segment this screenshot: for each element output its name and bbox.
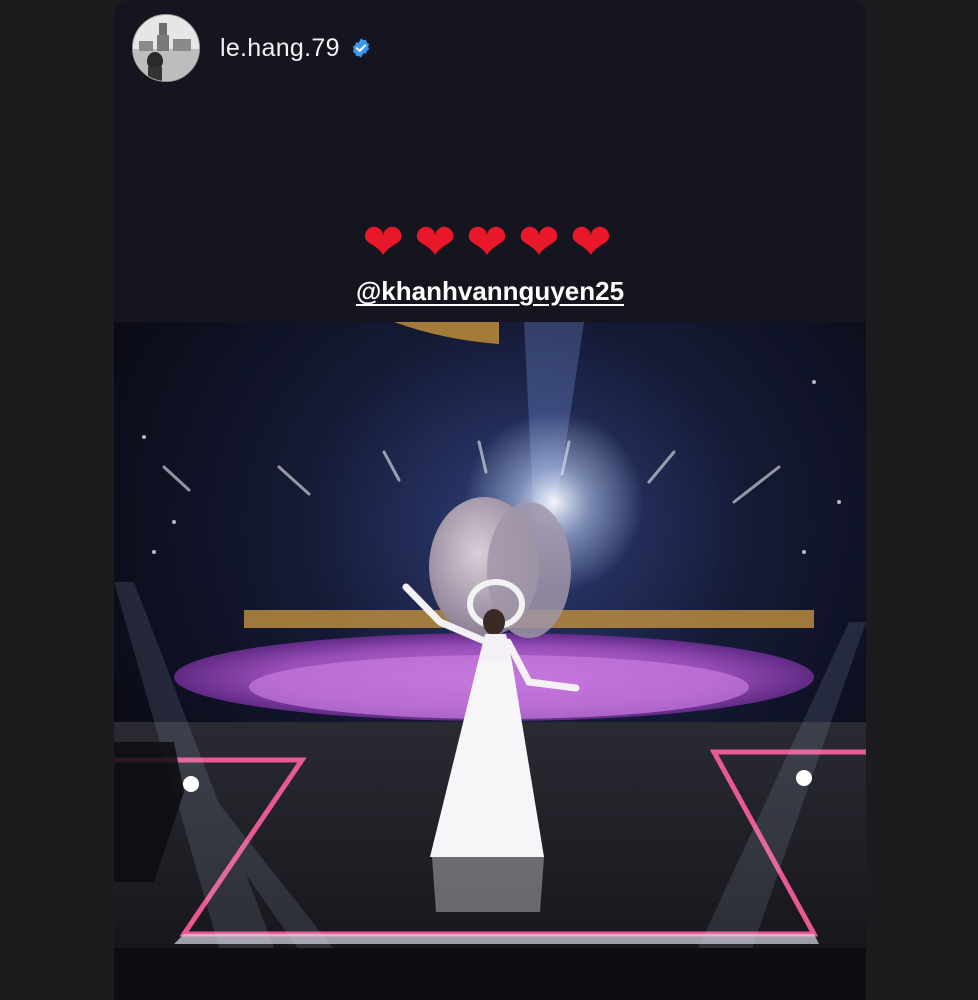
heart-icon: ❤ <box>466 214 514 270</box>
heart-icon: ❤ <box>569 214 618 270</box>
story-card: le.hang.79 ❤❤❤❤❤ @khanhvannguyen25 <box>114 0 866 1000</box>
avatar[interactable] <box>132 14 200 82</box>
heart-icon: ❤ <box>414 214 463 270</box>
mention-link[interactable]: @khanhvannguyen25 <box>114 276 866 307</box>
heart-icon: ❤ <box>362 214 411 270</box>
story-header: le.hang.79 <box>132 14 372 82</box>
heart-icon: ❤ <box>517 214 566 270</box>
username[interactable]: le.hang.79 <box>220 34 340 63</box>
verified-badge-icon <box>352 38 369 58</box>
story-photo <box>114 322 866 1000</box>
hearts-sticker: ❤❤❤❤❤ <box>114 212 866 272</box>
